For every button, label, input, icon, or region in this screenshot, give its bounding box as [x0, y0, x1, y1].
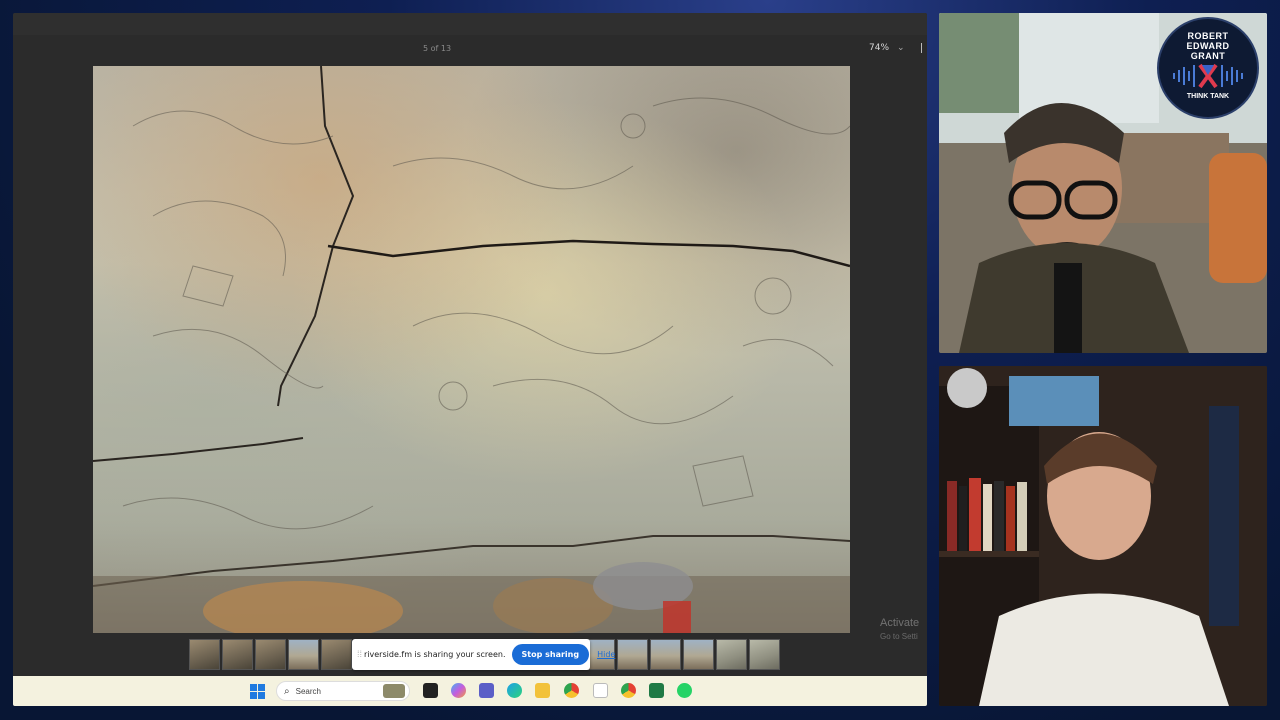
activation-watermark: Activate — [880, 617, 920, 629]
screen-share-notice: ⁞⁞ riverside.fm is sharing your screen. … — [352, 639, 615, 670]
logo-name-line2: EDWARD — [1186, 41, 1230, 51]
shared-screen: 5 of 13 74% ⌄ ⁞⁞ riverside.fm is sharing… — [13, 13, 927, 706]
thumbnail[interactable] — [321, 639, 352, 670]
stone-carving-image — [93, 66, 850, 633]
task-view-icon[interactable] — [423, 683, 438, 698]
search-icon: ⌕ — [284, 685, 290, 697]
stop-sharing-button[interactable]: Stop sharing — [511, 644, 590, 665]
chevron-down-icon[interactable]: ⌄ — [897, 42, 905, 53]
drag-handle-icon[interactable]: ⁞⁞ — [357, 650, 362, 659]
file-explorer-icon[interactable] — [535, 683, 550, 698]
excel-icon[interactable] — [649, 683, 664, 698]
logo-name-line1: ROBERT — [1187, 31, 1229, 41]
notepad-icon[interactable] — [593, 683, 608, 698]
thumbnail[interactable] — [716, 639, 747, 670]
logo-name-line3: GRANT — [1190, 51, 1226, 61]
search-label: Search — [295, 686, 321, 696]
whatsapp-icon[interactable] — [677, 683, 692, 698]
thumbnail[interactable] — [255, 639, 286, 670]
participant-2-feed — [939, 366, 1267, 706]
participant-video-2 — [939, 366, 1267, 706]
viewer-toolbar — [13, 35, 927, 65]
thumbnail[interactable] — [288, 639, 319, 670]
edge-icon[interactable] — [507, 683, 522, 698]
thumbnail[interactable] — [749, 639, 780, 670]
hide-link[interactable]: Hide — [597, 650, 615, 659]
fit-page-icon[interactable] — [921, 43, 925, 53]
brand-logo: ROBERT EDWARD GRANT THINK TANK — [1157, 17, 1259, 119]
logo-subtitle: THINK TANK — [1186, 93, 1230, 100]
thumbnail[interactable] — [650, 639, 681, 670]
soundwave-icon — [1173, 63, 1243, 89]
thumbnail[interactable] — [617, 639, 648, 670]
copilot-icon[interactable] — [451, 683, 466, 698]
taskbar: ⌕ Search — [13, 676, 927, 706]
windows-start-icon[interactable] — [250, 684, 265, 699]
share-message: riverside.fm is sharing your screen. — [364, 650, 506, 659]
thumbnail[interactable] — [189, 639, 220, 670]
chrome-icon[interactable] — [564, 683, 579, 698]
page-indicator: 5 of 13 — [423, 44, 452, 53]
zoom-level[interactable]: 74% — [869, 43, 889, 53]
activation-watermark-sub: Go to Setti — [880, 632, 918, 641]
thumbnail[interactable] — [683, 639, 714, 670]
thumbnail[interactable] — [222, 639, 253, 670]
taskbar-search[interactable]: ⌕ Search — [276, 681, 410, 701]
viewer-title-bar — [13, 13, 927, 35]
chrome-profile-icon[interactable] — [621, 683, 636, 698]
teams-icon[interactable] — [479, 683, 494, 698]
search-highlight-icon — [383, 684, 405, 698]
stone-carving-photo — [93, 66, 850, 633]
